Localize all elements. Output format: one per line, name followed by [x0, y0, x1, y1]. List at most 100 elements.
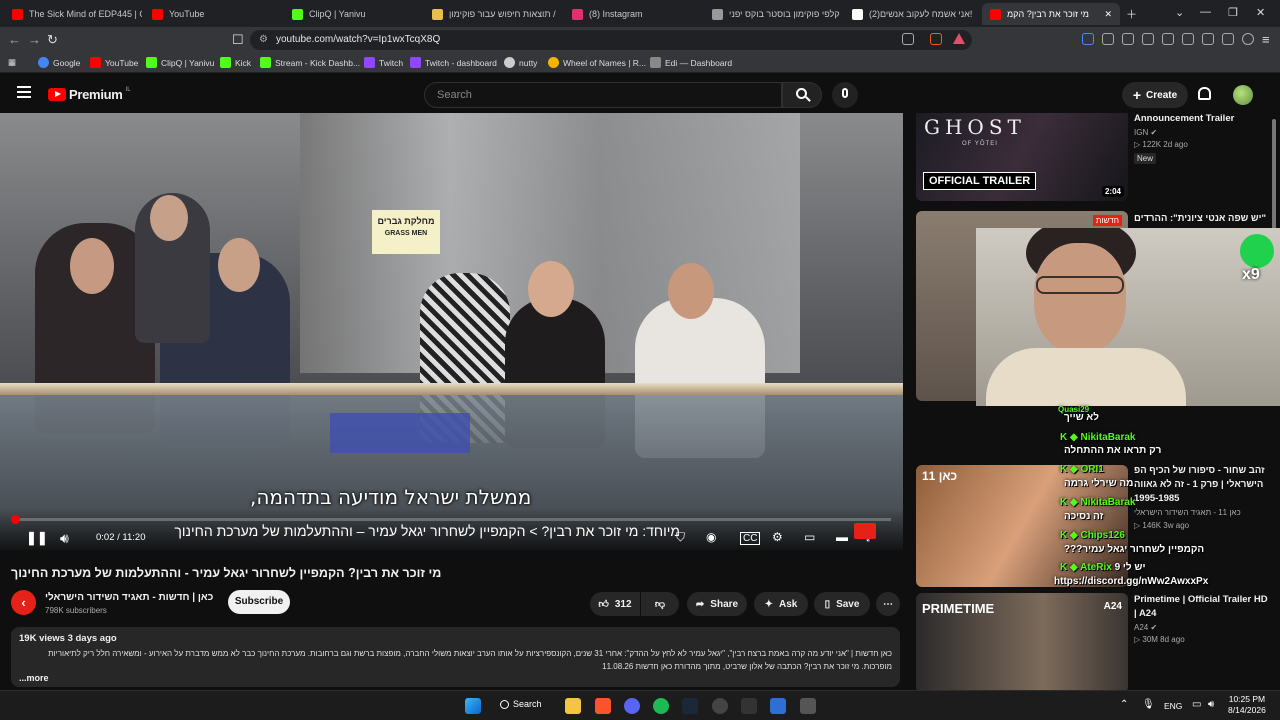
bookmark-edi-dashboard[interactable]: Edi — Dashboard	[650, 57, 732, 68]
bookmark-kick-dashboard[interactable]: Stream - Kick Dashb...	[260, 57, 360, 68]
bookmark-icon[interactable]: ☐	[232, 32, 244, 48]
extension-4-icon[interactable]	[1162, 33, 1174, 45]
channel-name[interactable]: כאן | חדשות - תאגיד השידור הישראלי	[45, 592, 213, 603]
menu-icon[interactable]: ≡	[1262, 32, 1270, 47]
sidebar-icon[interactable]	[1182, 33, 1194, 45]
brave-shield-icon[interactable]	[930, 33, 942, 45]
dislike-button[interactable]: 👎︎	[641, 592, 679, 616]
ask-button[interactable]: ✦ Ask	[754, 592, 808, 616]
like-button[interactable]: 👍︎ 312	[590, 592, 640, 616]
user-avatar[interactable]	[1233, 85, 1253, 105]
browser-tab-7[interactable]: (2)אני אשמח לעקוב אנשים!	[844, 3, 980, 25]
recommended-video-title-1[interactable]: Announcement Trailer	[1134, 113, 1234, 124]
url-input[interactable]: ⚙ youtube.com/watch?v=Ip1wxTcqX8Q	[250, 30, 972, 50]
browser-tab-2[interactable]: YouTube	[144, 3, 280, 25]
subscribe-button[interactable]: Subscribe	[228, 590, 290, 614]
translate-icon[interactable]	[1102, 33, 1114, 45]
new-tab-icon[interactable]: ＋	[1126, 6, 1137, 22]
bookmark-wheel-of-names[interactable]: Wheel of Names | R...	[548, 57, 646, 68]
search-input[interactable]: Search	[424, 82, 782, 108]
site-info-icon[interactable]: ⚙	[259, 30, 268, 50]
browser-tab-3[interactable]: ClipQ | Yanivu	[284, 3, 420, 25]
progress-bar[interactable]	[10, 515, 891, 524]
volume-tray-icon[interactable]: 🔊︎	[1208, 699, 1214, 710]
browser-tab-active[interactable]: מי זוכר את רבין? הקמ ✕	[982, 3, 1120, 25]
youtube-premium-logo[interactable]: Premium IL	[48, 87, 131, 102]
extension-3-icon[interactable]	[1142, 33, 1154, 45]
bookmark-nutty[interactable]: nutty	[504, 57, 537, 68]
windows-start-icon[interactable]	[465, 698, 481, 714]
recommended-video-title-3-line-2[interactable]: הישראלי | פרק 1 - זה לא גאווה	[1134, 479, 1263, 490]
maximize-icon[interactable]: ❐	[1228, 6, 1238, 19]
vpn-icon[interactable]	[1242, 33, 1254, 45]
brave-rewards-icon[interactable]	[953, 33, 965, 44]
chapter-title[interactable]: מיוחד: מי זוכר את רבין? > הקמפיין לשחרור…	[160, 523, 680, 543]
progress-scrubber[interactable]	[10, 515, 20, 524]
recommended-video-thumbnail-1[interactable]: GHOST OF YŌTEI OFFICIAL TRAILER 2:04	[916, 113, 1128, 201]
recommended-video-title-4[interactable]: Primetime | Official Trailer HD	[1134, 594, 1268, 605]
file-explorer-icon[interactable]	[565, 698, 581, 714]
extension-1-icon[interactable]	[1082, 33, 1094, 45]
hamburger-menu-icon[interactable]	[17, 86, 31, 98]
apps-grid-icon[interactable]: ▦	[8, 57, 16, 68]
theater-mode-icon[interactable]: ▬	[836, 530, 848, 544]
obs-icon[interactable]	[712, 698, 728, 714]
recommended-video-title-3[interactable]: זהב שחור - סיפורו של הכיף הפ	[1134, 465, 1265, 476]
scrollbar-thumb[interactable]	[1272, 119, 1276, 229]
voice-search-button[interactable]	[832, 82, 858, 108]
share-button[interactable]: ➦ Share	[687, 592, 747, 616]
close-tab-icon[interactable]: ✕	[1104, 9, 1112, 20]
search-button[interactable]	[782, 82, 822, 108]
captions-icon[interactable]: CC	[740, 532, 761, 545]
recommended-video-title-3-line-3[interactable]: 1995-1985	[1134, 493, 1179, 504]
description-box[interactable]: 19K views 3 days ago כאן חדשות | "אני יו…	[11, 627, 900, 687]
forward-icon[interactable]: →	[28, 32, 41, 47]
network-icon[interactable]: ▭	[1192, 699, 1201, 710]
more-actions-button[interactable]: ⋯	[876, 592, 900, 616]
channel-avatar[interactable]: ‹	[11, 590, 36, 615]
browser-tab-1[interactable]: The Sick Mind of EDP445 | Off	[4, 3, 142, 25]
miniplayer-badge-icon[interactable]: ⛉	[676, 530, 685, 545]
save-button[interactable]: ▯ Save	[814, 592, 870, 616]
close-window-icon[interactable]: ✕	[1256, 6, 1265, 19]
reload-icon[interactable]: ↻	[47, 32, 58, 48]
recommended-video-title-4-line-2[interactable]: | A24	[1134, 608, 1156, 619]
bookmark-google[interactable]: Google	[38, 57, 80, 68]
browser-tab-6[interactable]: קלפי פוקימון בוסטר בוקס יפני	[704, 3, 840, 25]
browser-tab-5[interactable]: (8) Instagram	[564, 3, 700, 25]
install-app-icon[interactable]	[902, 33, 914, 45]
channel-watermark-icon[interactable]	[854, 523, 876, 539]
video-player[interactable]: מחלקת גברים GRASS MEN ממשלת ישראל מודיעה…	[0, 113, 903, 550]
extension-2-icon[interactable]	[1122, 33, 1134, 45]
back-icon[interactable]: ←	[8, 32, 21, 47]
calculator-icon[interactable]	[800, 698, 816, 714]
steam-icon[interactable]	[682, 698, 698, 714]
bookmark-kick[interactable]: Kick	[220, 57, 251, 68]
autoplay-toggle[interactable]: ◉	[706, 530, 716, 544]
taskbar-search[interactable]: Search	[500, 699, 542, 709]
volume-icon[interactable]: 🔊︎	[60, 530, 69, 547]
recommended-video-thumbnail-4[interactable]: PRIMETIME A24	[916, 593, 1128, 690]
show-more-link[interactable]: ...more	[19, 673, 892, 683]
wallet-icon[interactable]	[1202, 33, 1214, 45]
language-indicator[interactable]: ENG	[1164, 701, 1182, 711]
recommended-video-title-2[interactable]: "יש שפה אנטי ציונית": ההרדים	[1134, 213, 1266, 224]
create-button[interactable]: + Create	[1122, 82, 1188, 108]
notifications-bell-icon[interactable]	[1198, 87, 1211, 100]
app-icon[interactable]	[770, 698, 786, 714]
bookmark-clipq[interactable]: ClipQ | Yanivu	[146, 57, 214, 68]
tray-mic-icon[interactable]: 🎙︎	[1142, 699, 1155, 710]
minimize-icon[interactable]: —	[1200, 6, 1211, 18]
brave-browser-icon[interactable]	[595, 698, 611, 714]
tab-search-icon[interactable]: ⌄	[1175, 6, 1184, 19]
app-icon[interactable]	[741, 698, 757, 714]
taskbar-clock[interactable]: 10:25 PM 8/14/2026	[1228, 694, 1266, 716]
discord-icon[interactable]	[624, 698, 640, 714]
miniplayer-icon[interactable]: ▭	[804, 530, 815, 544]
tray-chevron-icon[interactable]: ⌃	[1120, 699, 1128, 710]
bookmark-twitch-dashboard[interactable]: Twitch - dashboard	[410, 57, 497, 68]
settings-gear-icon[interactable]: ⚙	[772, 530, 783, 544]
bookmark-twitch[interactable]: Twitch	[364, 57, 403, 68]
bookmark-youtube[interactable]: YouTube	[90, 57, 138, 68]
pause-icon[interactable]: ❚❚	[26, 530, 48, 546]
